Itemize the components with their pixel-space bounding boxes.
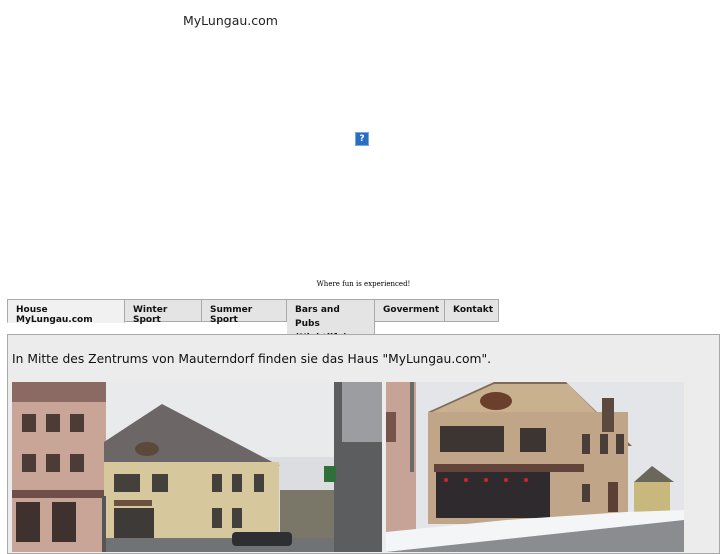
house-street-photo <box>12 382 382 552</box>
house-snow-photo-drawing <box>386 382 684 552</box>
tagline: Where fun is experienced! <box>316 280 411 288</box>
tab-kontakt[interactable]: Kontakt <box>445 299 499 322</box>
house-snow-photo <box>386 382 684 552</box>
banner-image-placeholder-icon: ? <box>355 132 369 146</box>
tab-content-panel: In Mitte des Zentrums von Mauterndorf fi… <box>7 334 720 554</box>
main-nav-tabs: House MyLungau.com Winter Sport Summer S… <box>7 299 499 343</box>
tab-bars-and-pubs[interactable]: Bars and Pubs (Nightlife) <box>287 299 375 343</box>
house-street-photo-drawing <box>12 382 382 552</box>
tab-house-mylungau[interactable]: House MyLungau.com <box>7 299 125 325</box>
tab-goverment[interactable]: Goverment <box>375 299 445 322</box>
tab-winter-sport[interactable]: Winter Sport <box>125 299 202 325</box>
tab-summer-sport[interactable]: Summer Sport <box>202 299 287 325</box>
site-title: MyLungau.com <box>183 13 278 28</box>
intro-text: In Mitte des Zentrums von Mauterndorf fi… <box>12 352 492 366</box>
